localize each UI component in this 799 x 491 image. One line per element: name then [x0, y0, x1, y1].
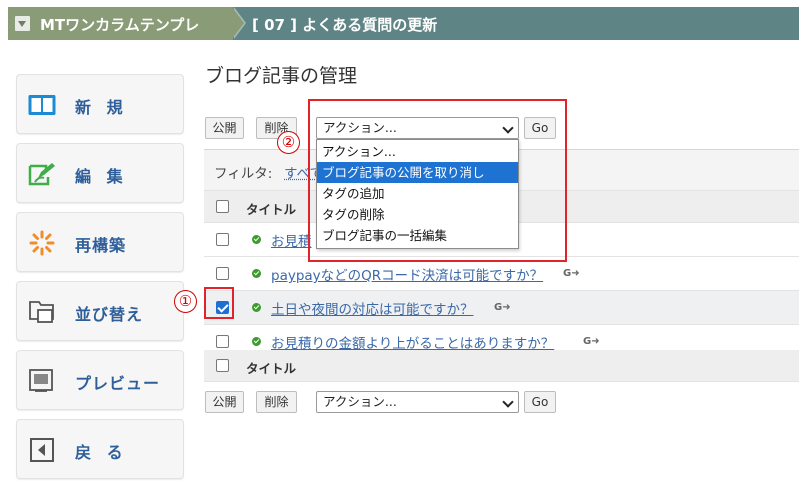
blog-name[interactable]: MTワンカラムテンプレ: [40, 14, 199, 35]
sidebar-back-label: 戻 る: [75, 443, 128, 462]
publish-button-bottom[interactable]: 公開: [205, 391, 244, 413]
step-1-marker: ①: [174, 290, 197, 313]
published-status-icon: [252, 303, 261, 312]
row-checkbox[interactable]: [216, 335, 229, 348]
sidebar-edit-label: 編 集: [75, 167, 128, 186]
page-title: ブログ記事の管理: [205, 65, 358, 87]
preview-icon: [29, 369, 53, 392]
go-button-bottom[interactable]: Go: [524, 391, 556, 413]
book-icon: [28, 95, 56, 115]
table-footer-row: タイトル: [204, 350, 799, 382]
sidebar-preview-label: プレビュー: [75, 374, 161, 393]
filter-label: フィルタ:: [214, 166, 273, 182]
blog-menu-toggle-icon[interactable]: [15, 16, 30, 31]
published-status-icon: [252, 235, 261, 244]
column-header-title[interactable]: タイトル: [246, 199, 296, 218]
entry-title-link[interactable]: paypayなどのQRコード決済は可能ですか？: [271, 264, 543, 284]
sidebar-edit-button[interactable]: 編 集: [16, 143, 184, 203]
external-view-icon[interactable]: G➜: [494, 302, 511, 313]
sidebar-rebuild-button[interactable]: 再構築: [16, 212, 184, 272]
sidebar-back-button[interactable]: 戻 る: [16, 419, 184, 479]
external-view-icon[interactable]: G➜: [583, 336, 600, 347]
published-status-icon: [252, 269, 261, 278]
action-select-bottom-value: アクション...: [323, 394, 397, 409]
published-status-icon: [252, 337, 261, 346]
sidebar-new-button[interactable]: 新 規: [16, 74, 184, 134]
annotation-highlight-dropdown: [308, 99, 567, 262]
back-icon: [30, 438, 54, 462]
entry-title-link[interactable]: 土日や夜間の対応は可能ですか？: [271, 298, 474, 318]
select-all-checkbox[interactable]: [216, 200, 229, 213]
delete-button-bottom[interactable]: 削除: [256, 391, 297, 413]
table-row: paypayなどのQRコード決済は可能ですか？ G➜: [204, 257, 799, 291]
select-all-checkbox-footer[interactable]: [216, 359, 229, 372]
sidebar-rebuild-label: 再構築: [75, 236, 127, 255]
sidebar-new-label: 新 規: [75, 98, 128, 117]
step-2-marker: ②: [277, 131, 300, 154]
action-select-bottom[interactable]: アクション...: [316, 391, 519, 413]
publish-button-top[interactable]: 公開: [205, 117, 244, 139]
entry-title-link[interactable]: お見積りの金額より上がることはありますか？: [271, 332, 554, 352]
header-separator-arrow: [232, 7, 244, 39]
edit-icon: [28, 163, 55, 186]
sort-icon: [29, 301, 54, 323]
spinner-icon: [29, 230, 55, 256]
sidebar-preview-button[interactable]: プレビュー: [16, 350, 184, 410]
chevron-down-icon: [502, 396, 514, 408]
row-checkbox[interactable]: [216, 267, 229, 280]
sidebar-sort-label: 並び替え: [75, 305, 144, 324]
table-row-selected: 土日や夜間の対応は可能ですか？ G➜: [204, 291, 799, 325]
row-checkbox[interactable]: [216, 233, 229, 246]
column-footer-title[interactable]: タイトル: [246, 358, 296, 377]
external-view-icon[interactable]: G➜: [563, 268, 580, 279]
annotation-highlight-checkbox: [204, 287, 234, 319]
page-name: [ 07 ] よくある質問の更新: [252, 16, 438, 34]
header-bar: MTワンカラムテンプレ [ 07 ] よくある質問の更新: [8, 7, 799, 40]
sidebar-sort-button[interactable]: 並び替え: [16, 281, 184, 341]
entry-title-link[interactable]: お見積: [271, 230, 312, 250]
